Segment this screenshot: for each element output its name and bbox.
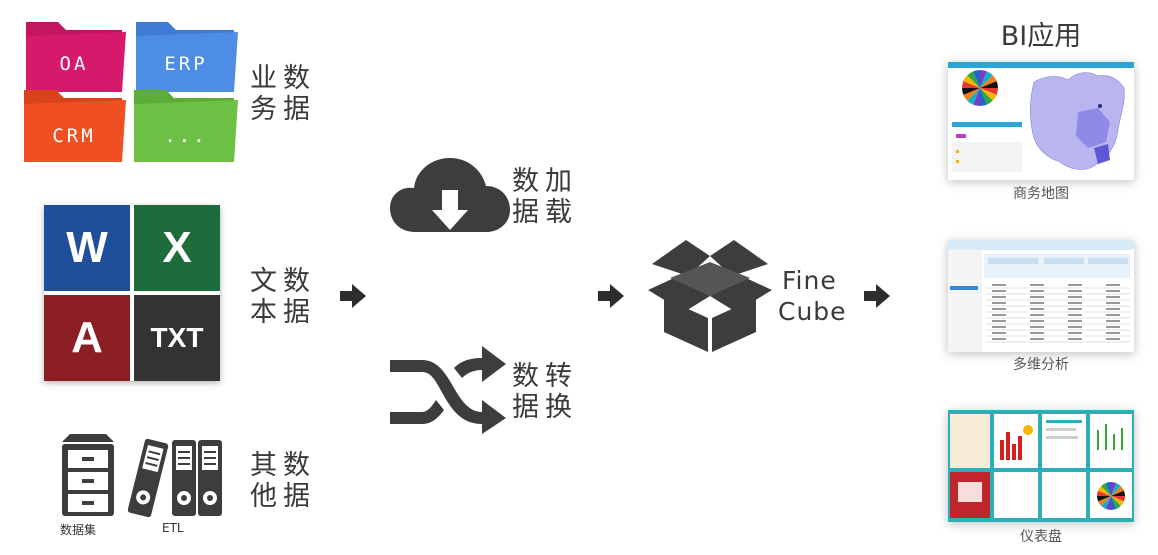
more-folder-label: ...: [164, 125, 207, 147]
dataset-cabinet-icon: [62, 434, 114, 516]
text-data-label: 文本 数据: [250, 266, 312, 328]
txt-icon: TXT: [134, 295, 220, 381]
excel-icon: X: [134, 205, 220, 291]
text-file-tiles: W X A TXT: [44, 205, 220, 381]
arrow-right-icon: [598, 284, 624, 308]
business-data-label: 业务 数据: [250, 63, 312, 125]
other-data-label: 其他 数据: [250, 450, 312, 512]
oa-folder-label: OA: [60, 53, 89, 75]
erp-folder-icon: ERP: [136, 22, 238, 92]
multi-analysis-thumbnail: [948, 240, 1134, 352]
data-transform-label: 数据 转换: [512, 361, 574, 423]
shuffle-icon: [390, 346, 506, 434]
cloud-download-icon: [390, 158, 510, 232]
crm-folder-icon: CRM: [24, 90, 126, 162]
business-map-caption: 商务地图: [1013, 186, 1069, 202]
fine-cube-label: Fine Cube: [778, 266, 847, 326]
pie-chart-thumbnail: [1097, 482, 1125, 510]
business-map-thumbnail: [948, 62, 1134, 180]
multi-analysis-caption: 多维分析: [1013, 357, 1069, 373]
dataset-caption: 数据集: [60, 523, 97, 537]
open-box-icon: [648, 240, 772, 352]
etl-binders-icon: [128, 438, 222, 518]
dashboard-thumbnail: [948, 410, 1134, 522]
access-icon: A: [44, 295, 130, 381]
data-load-label: 数据 加载: [512, 166, 574, 228]
arrow-right-icon: [864, 284, 890, 308]
dashboard-caption: 仪表盘: [1020, 529, 1062, 545]
erp-folder-label: ERP: [164, 53, 207, 75]
crm-folder-label: CRM: [52, 125, 95, 147]
word-icon: W: [44, 205, 130, 291]
etl-caption: ETL: [162, 521, 184, 535]
bi-title: BI应用: [1000, 21, 1082, 52]
arrow-right-icon: [340, 284, 366, 308]
business-folders: OA ERP CRM ...: [24, 22, 238, 162]
pie-chart-thumbnail: [962, 70, 998, 106]
more-folder-icon: ...: [134, 90, 238, 162]
oa-folder-icon: OA: [26, 22, 126, 92]
